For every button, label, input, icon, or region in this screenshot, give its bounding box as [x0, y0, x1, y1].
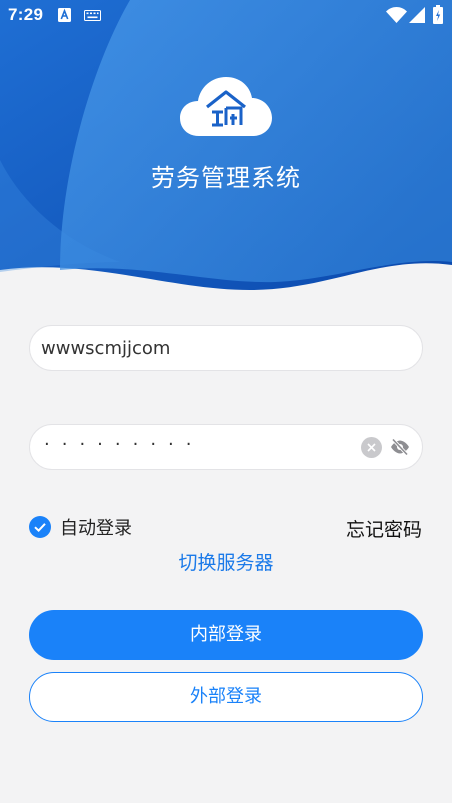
- password-input[interactable]: ·········: [44, 434, 204, 455]
- forgot-password-link[interactable]: 忘记密码: [346, 515, 422, 542]
- wave-background: [0, 0, 452, 310]
- status-time: 7:29: [8, 5, 44, 24]
- battery-charging-icon: [433, 5, 443, 24]
- keyboard-icon: [84, 10, 101, 21]
- app-title: 劳务管理系统: [151, 164, 301, 192]
- username-input[interactable]: [41, 326, 361, 370]
- username-field[interactable]: [29, 325, 423, 371]
- cloud-house-logo: [180, 77, 272, 136]
- eye-off-icon[interactable]: [390, 437, 410, 457]
- signal-icon: [409, 7, 425, 23]
- status-bar: 7:29: [0, 0, 452, 32]
- clear-icon[interactable]: [361, 437, 382, 458]
- header-banner: [0, 0, 452, 310]
- internal-login-button[interactable]: 内部登录: [29, 610, 423, 660]
- a-letter-notification-icon: [58, 8, 71, 22]
- password-field[interactable]: ·········: [29, 424, 423, 470]
- auto-login-checkbox[interactable]: 自动登录: [29, 515, 132, 539]
- auto-login-label: 自动登录: [60, 518, 132, 539]
- wifi-icon: [386, 7, 407, 23]
- checkbox-checked-icon[interactable]: [29, 516, 51, 538]
- switch-server-link[interactable]: 切换服务器: [0, 548, 452, 575]
- external-login-button[interactable]: 外部登录: [29, 672, 423, 722]
